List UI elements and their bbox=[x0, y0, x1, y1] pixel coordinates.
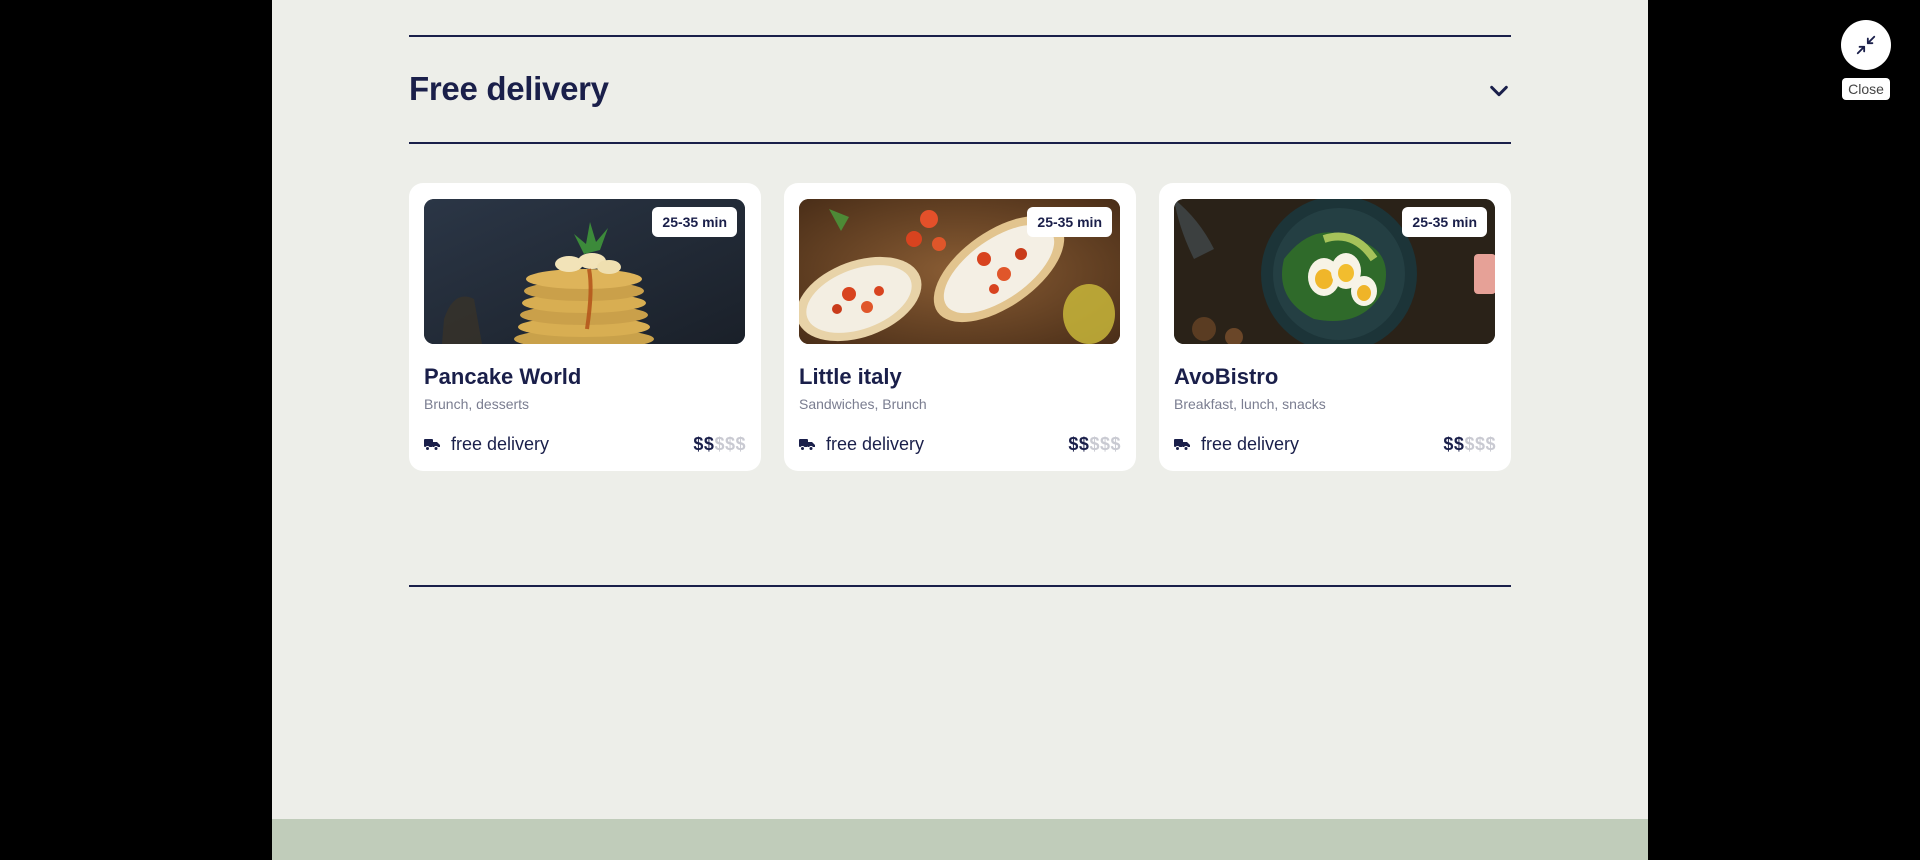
delivery-time-badge: 25-35 min bbox=[652, 207, 737, 237]
restaurant-image: 25-35 min bbox=[799, 199, 1120, 344]
delivery-info: free delivery bbox=[1174, 434, 1299, 455]
delivery-info: free delivery bbox=[424, 434, 549, 455]
restaurant-image: 25-35 min bbox=[424, 199, 745, 344]
restaurant-name: Pancake World bbox=[424, 364, 582, 389]
restaurant-image: 25-35 min bbox=[1174, 199, 1495, 344]
restaurant-card[interactable]: 25-35 min Little italy Sandwiches, Brunc… bbox=[784, 183, 1136, 471]
delivery-truck-icon bbox=[799, 439, 815, 451]
section-title: Free delivery bbox=[409, 70, 609, 107]
page-content: Free delivery 25-35 min Pancake World Br… bbox=[272, 0, 1648, 860]
price-active: $$ bbox=[1068, 434, 1090, 454]
price-inactive: $$$ bbox=[714, 434, 746, 454]
price-level: $$$$$ bbox=[693, 434, 746, 455]
restaurant-tags: Sandwiches, Brunch bbox=[799, 396, 927, 412]
price-active: $$ bbox=[1443, 434, 1465, 454]
price-inactive: $$$ bbox=[1464, 434, 1496, 454]
minimize-icon bbox=[1856, 35, 1876, 55]
delivery-time-badge: 25-35 min bbox=[1027, 207, 1112, 237]
price-level: $$$$$ bbox=[1068, 434, 1121, 455]
restaurant-tags: Brunch, desserts bbox=[424, 396, 530, 412]
delivery-label: free delivery bbox=[826, 434, 925, 454]
card-footer: free delivery $$$$$ bbox=[1174, 434, 1496, 455]
divider-bottom bbox=[409, 585, 1511, 587]
footer-band bbox=[272, 819, 1648, 860]
card-footer: free delivery $$$$$ bbox=[424, 434, 746, 455]
divider-top bbox=[409, 35, 1511, 37]
restaurant-list: 25-35 min Pancake World Brunch, desserts… bbox=[409, 183, 1511, 471]
restaurant-card[interactable]: 25-35 min AvoBistro Breakfast, lunch, sn… bbox=[1159, 183, 1511, 471]
delivery-truck-icon bbox=[1174, 439, 1190, 451]
card-footer: free delivery $$$$$ bbox=[799, 434, 1121, 455]
price-level: $$$$$ bbox=[1443, 434, 1496, 455]
close-control: Close bbox=[1840, 20, 1892, 100]
restaurant-card[interactable]: 25-35 min Pancake World Brunch, desserts… bbox=[409, 183, 761, 471]
close-button[interactable] bbox=[1841, 20, 1891, 70]
delivery-label: free delivery bbox=[451, 434, 550, 454]
restaurant-name: AvoBistro bbox=[1174, 364, 1279, 389]
delivery-truck-icon bbox=[424, 439, 440, 451]
restaurant-name: Little italy bbox=[799, 364, 902, 389]
restaurant-tags: Breakfast, lunch, snacks bbox=[1174, 396, 1326, 412]
close-tooltip: Close bbox=[1842, 78, 1890, 100]
delivery-info: free delivery bbox=[799, 434, 924, 455]
chevron-down-icon[interactable] bbox=[1488, 80, 1510, 102]
price-active: $$ bbox=[693, 434, 715, 454]
price-inactive: $$$ bbox=[1089, 434, 1121, 454]
delivery-time-badge: 25-35 min bbox=[1402, 207, 1487, 237]
delivery-label: free delivery bbox=[1201, 434, 1300, 454]
divider-under-title bbox=[409, 142, 1511, 144]
